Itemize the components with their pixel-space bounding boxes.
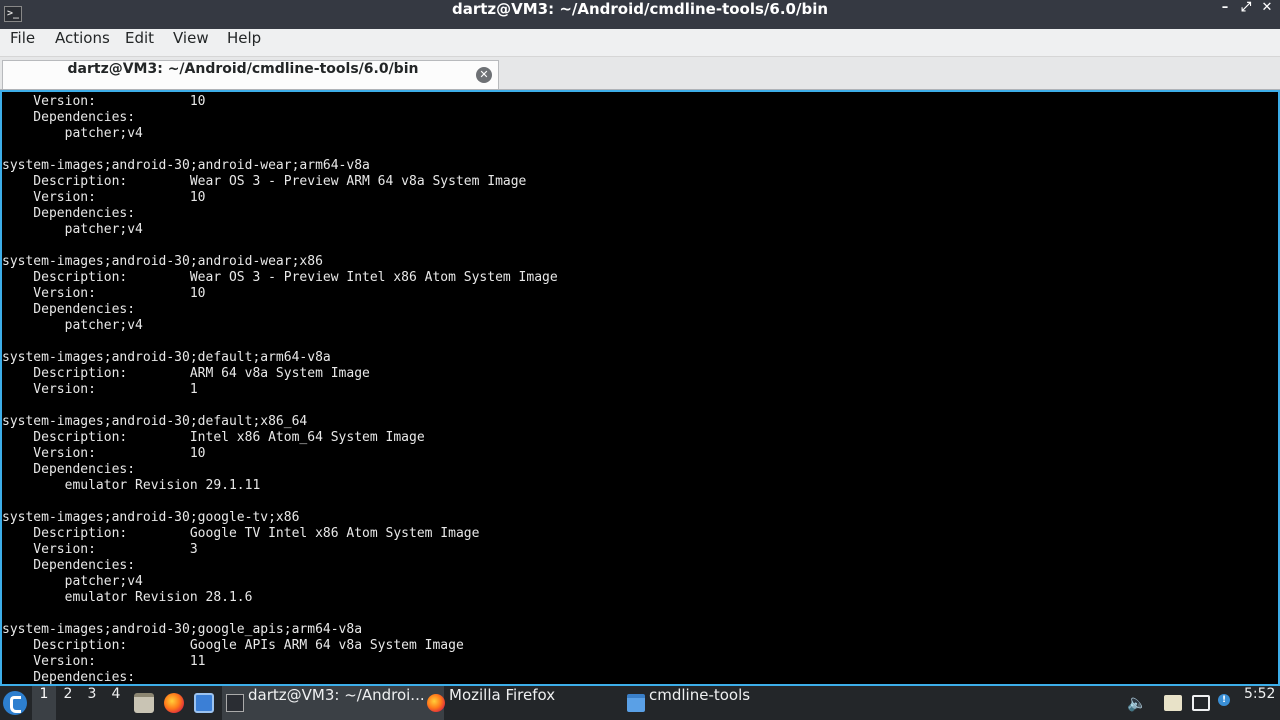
- close-circle-icon[interactable]: ✕: [476, 67, 492, 83]
- terminal-line: Description: Google TV Intel x86 Atom Sy…: [2, 526, 480, 541]
- terminal-lines: Version: 10 Dependencies: patcher;v4 syst…: [2, 94, 558, 685]
- window-titlebar[interactable]: >_ dartz@VM3: ~/Android/cmdline-tools/6.…: [0, 0, 1280, 29]
- task-firefox-label: Mozilla Firefox: [449, 686, 556, 704]
- desktop-4[interactable]: 4: [104, 686, 128, 720]
- terminal-line: system-images;android-30;default;arm64-v…: [2, 350, 331, 365]
- notification-icon[interactable]: !: [1218, 694, 1230, 706]
- terminal-line: Version: 11: [2, 654, 206, 669]
- clipboard-icon[interactable]: [1164, 695, 1182, 711]
- task-firefox[interactable]: Mozilla Firefox: [423, 686, 645, 720]
- task-file-manager-label: cmdline-tools: [649, 686, 751, 704]
- menu-bar: File Actions Edit View Help: [0, 29, 1280, 57]
- restore-icon[interactable]: ⤢: [1236, 0, 1256, 29]
- file-manager-icon[interactable]: [134, 693, 154, 713]
- task-terminal[interactable]: dartz@VM3: ~/Androi...: [222, 686, 444, 720]
- terminal-line: system-images;android-30;default;x86_64: [2, 414, 308, 429]
- terminal-line: Dependencies:: [2, 302, 136, 317]
- firefox-icon: [427, 694, 445, 712]
- terminal-line: patcher;v4: [2, 222, 143, 237]
- desktop-1[interactable]: 1: [32, 686, 56, 720]
- window-title: dartz@VM3: ~/Android/cmdline-tools/6.0/b…: [451, 0, 829, 18]
- desktop-3[interactable]: 3: [80, 686, 104, 720]
- start-menu-icon[interactable]: [3, 691, 27, 715]
- terminal-line: system-images;android-30;google-tv;x86: [2, 510, 300, 525]
- show-desktop-icon[interactable]: [194, 693, 214, 713]
- terminal-line: Dependencies:: [2, 206, 136, 221]
- terminal-line: system-images;android-30;google_apis;arm…: [2, 622, 363, 637]
- folder-icon: [627, 694, 645, 712]
- task-file-manager[interactable]: cmdline-tools: [623, 686, 845, 720]
- tab-bar: dartz@VM3: ~/Android/cmdline-tools/6.0/b…: [0, 57, 1280, 90]
- terminal-line: system-images;android-30;android-wear;x8…: [2, 254, 323, 269]
- terminal-output[interactable]: Version: 10 Dependencies: patcher;v4 syst…: [0, 90, 1280, 686]
- terminal-tab[interactable]: dartz@VM3: ~/Android/cmdline-tools/6.0/b…: [2, 60, 499, 89]
- terminal-line: patcher;v4: [2, 318, 143, 333]
- menu-edit[interactable]: Edit: [125, 29, 154, 57]
- terminal-line: Version: 10: [2, 190, 206, 205]
- clock[interactable]: 5:52: [1244, 686, 1275, 720]
- terminal-line: Version: 10: [2, 286, 206, 301]
- network-icon[interactable]: [1192, 695, 1210, 711]
- terminal-line: Version: 1: [2, 382, 198, 397]
- terminal-line: Dependencies:: [2, 558, 136, 573]
- terminal-line: system-images;android-30;android-wear;ar…: [2, 158, 370, 173]
- terminal-line: Version: 3: [2, 542, 198, 557]
- terminal-line: Dependencies:: [2, 110, 136, 125]
- terminal-line: Description: ARM 64 v8a System Image: [2, 366, 370, 381]
- terminal-line: emulator Revision 28.1.6: [2, 590, 253, 605]
- close-icon[interactable]: ✕: [1257, 0, 1277, 29]
- terminal-line: Description: Wear OS 3 - Preview Intel x…: [2, 270, 558, 285]
- menu-file[interactable]: File: [10, 29, 35, 57]
- firefox-icon[interactable]: [164, 693, 184, 713]
- menu-help[interactable]: Help: [227, 29, 261, 57]
- terminal-line: patcher;v4: [2, 126, 143, 141]
- terminal-line: Version: 10: [2, 94, 206, 109]
- task-terminal-label: dartz@VM3: ~/Androi...: [248, 686, 425, 704]
- terminal-line: emulator Revision 29.1.11: [2, 478, 261, 493]
- terminal-line: Dependencies:: [2, 462, 136, 477]
- terminal-line: Dependencies:: [2, 670, 136, 685]
- taskbar: 1 2 3 4 dartz@VM3: ~/Androi... Mozilla F…: [0, 686, 1280, 720]
- menu-view[interactable]: View: [173, 29, 209, 57]
- terminal-line: patcher;v4: [2, 574, 143, 589]
- terminal-icon: [226, 694, 244, 712]
- terminal-line: Description: Intel x86 Atom_64 System Im…: [2, 430, 425, 445]
- minimize-icon[interactable]: –: [1215, 0, 1235, 29]
- terminal-line: Description: Google APIs ARM 64 v8a Syst…: [2, 638, 464, 653]
- tab-label: dartz@VM3: ~/Android/cmdline-tools/6.0/b…: [67, 61, 419, 77]
- desktop-2[interactable]: 2: [56, 686, 80, 720]
- terminal-line: Version: 10: [2, 446, 206, 461]
- terminal-line: Description: Wear OS 3 - Preview ARM 64 …: [2, 174, 527, 189]
- menu-actions[interactable]: Actions: [55, 29, 110, 57]
- volume-icon[interactable]: 🔈: [1127, 695, 1147, 711]
